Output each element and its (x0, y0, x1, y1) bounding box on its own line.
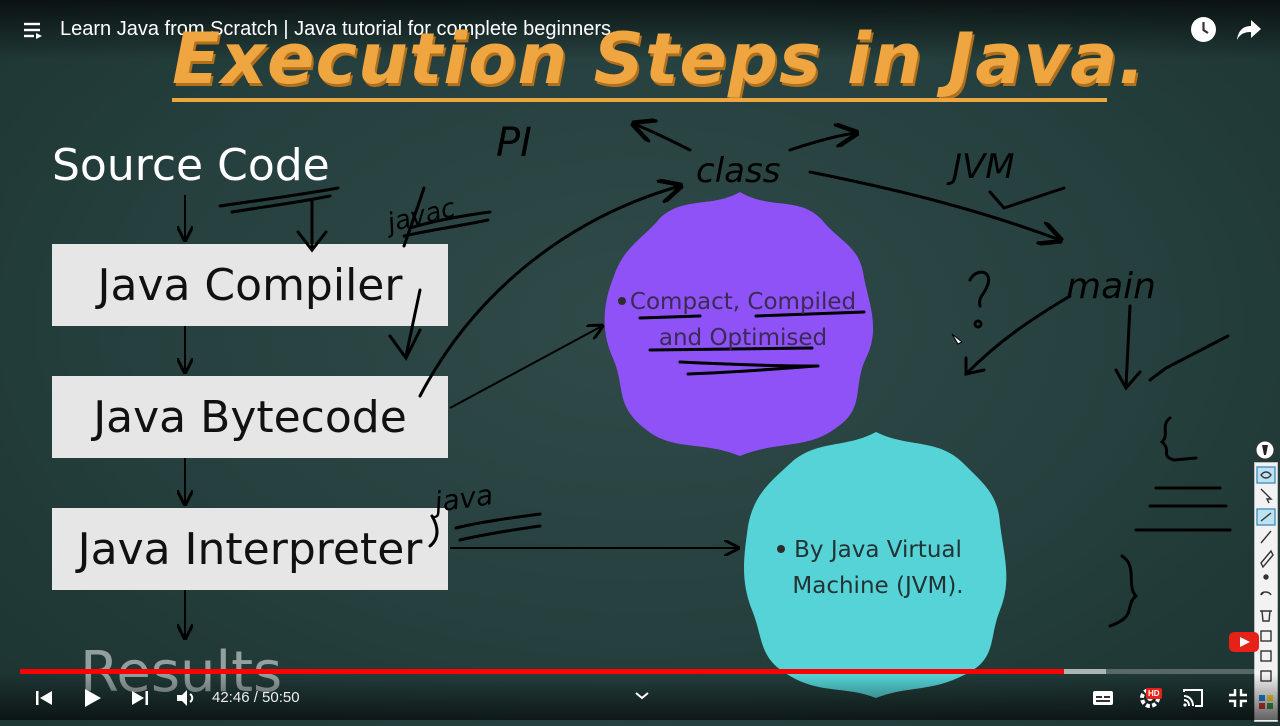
slide-drawing: PI class JVM javac java main (0, 0, 1232, 698)
youtube-logo-icon[interactable] (1228, 630, 1260, 654)
volume-icon[interactable] (174, 686, 198, 710)
hw-class: class (696, 151, 780, 191)
exit-fullscreen-icon[interactable] (1226, 686, 1250, 710)
hw-pi: PI (496, 120, 532, 166)
pen-cursor-icon (951, 333, 963, 345)
previous-icon[interactable] (32, 686, 56, 710)
cast-icon[interactable] (1181, 686, 1205, 710)
hw-java: java (428, 478, 495, 519)
chevron-down-icon[interactable] (630, 684, 654, 708)
play-icon[interactable] (80, 686, 104, 710)
hw-main: main (1066, 266, 1156, 307)
purple-note: Compact, Compiled and Optimised (629, 289, 857, 351)
next-icon[interactable] (128, 686, 152, 710)
subtitles-icon[interactable] (1091, 686, 1115, 710)
pen-tool-icon[interactable] (1254, 440, 1276, 460)
hw-jvm: JVM (946, 147, 1015, 187)
time-display: 42:46 / 50:50 (212, 689, 300, 706)
hd-badge: HD (1146, 688, 1162, 699)
teal-note: By Java Virtual Machine (JVM). (792, 537, 964, 599)
